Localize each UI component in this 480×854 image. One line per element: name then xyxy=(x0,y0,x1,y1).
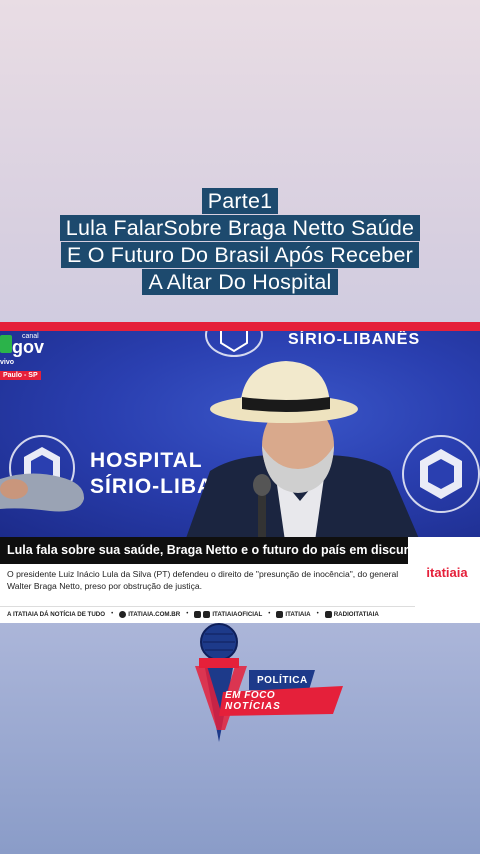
itatiaia-logo: itatiaia xyxy=(414,537,480,607)
broadcast-scene: SÍRIO-LIBANÊS HOSPITAL SÍRIO-LIBA canal … xyxy=(0,331,480,537)
broadcast-frame[interactable]: SÍRIO-LIBANÊS HOSPITAL SÍRIO-LIBA canal … xyxy=(0,322,480,623)
footer-twitter[interactable]: ITATIAIA xyxy=(276,610,311,618)
globe-icon xyxy=(119,610,127,618)
title-line-2: Lula FalarSobre Braga Netto Saúde xyxy=(59,215,421,241)
brand-label: itatiaia xyxy=(426,564,468,580)
footer-tagline: A ITATIAIA DÁ NOTÍCIA DE TUDO xyxy=(7,610,106,618)
channel-logo: POLÍTICA EM FOCO NOTÍCIAS xyxy=(187,620,347,750)
speaker-figure xyxy=(186,361,419,537)
separator-dot: • xyxy=(268,611,271,617)
headline-bar: Lula fala sobre sua saúde, Braga Netto e… xyxy=(0,537,423,564)
youtube-icon xyxy=(194,610,202,618)
footer-facebook[interactable]: RADIOITATIAIA xyxy=(324,610,379,618)
video-title-overlay: Parte1 Lula FalarSobre Braga Netto Saúde… xyxy=(0,188,480,295)
live-label: vivo xyxy=(0,359,15,366)
news-subtext: O presidente Luiz Inácio Lula da Silva (… xyxy=(7,569,399,591)
instagram-icon xyxy=(203,610,211,618)
news-footer-bar: A ITATIAIA DÁ NOTÍCIA DE TUDO • ITATIAIA… xyxy=(0,606,415,621)
location-tag: Paulo - SP xyxy=(0,371,41,380)
news-lower-third: Lula fala sobre sua saúde, Braga Netto e… xyxy=(0,537,480,623)
separator-dot: • xyxy=(111,611,114,617)
footer-website[interactable]: ITATIAIA.COM.BR xyxy=(119,610,180,618)
twitter-icon xyxy=(276,610,284,618)
gov-channel-badge: canal gov vivo Paulo - SP xyxy=(0,333,64,389)
title-line-4: A Altar Do Hospital xyxy=(142,269,338,295)
separator-dot: • xyxy=(186,611,189,617)
gov-flag-icon xyxy=(0,335,12,353)
gov-label: gov xyxy=(12,337,45,357)
footer-youtube-instagram[interactable]: ITATIAIAOFICIAL xyxy=(194,610,262,618)
title-line-1: Parte1 xyxy=(201,188,279,214)
news-headline: Lula fala sobre sua saúde, Braga Netto e… xyxy=(7,543,424,557)
separator-dot: • xyxy=(316,611,319,617)
logo-line3: NOTÍCIAS xyxy=(225,701,281,712)
facebook-icon xyxy=(324,610,332,618)
broadcast-top-border xyxy=(0,322,480,331)
logo-line2: EM FOCO xyxy=(225,690,276,701)
bystander-arm xyxy=(0,473,85,512)
backdrop-hospital-name: SÍRIO-LIBANÊS xyxy=(288,331,421,348)
title-line-3: E O Futuro Do Brasil Após Receber xyxy=(61,242,419,268)
logo-line1: POLÍTICA xyxy=(257,675,308,686)
